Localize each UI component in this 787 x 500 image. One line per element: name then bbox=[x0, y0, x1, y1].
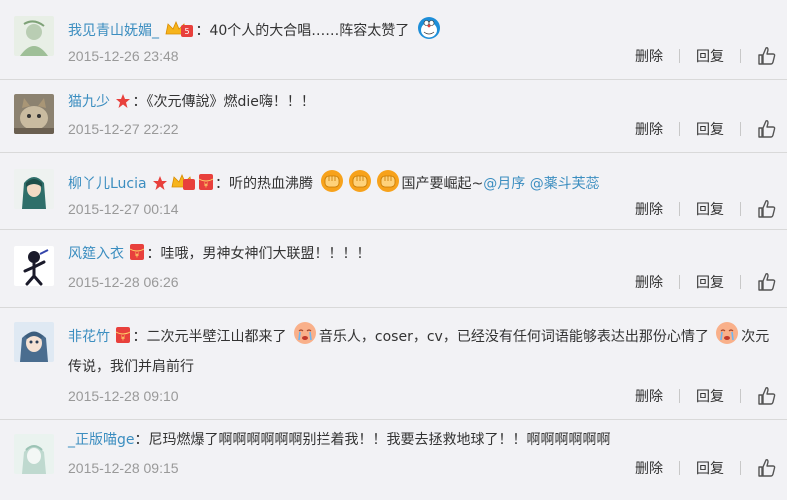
thumbs-up-icon[interactable] bbox=[757, 46, 777, 66]
red-envelope-icon[interactable]: ¥ bbox=[198, 173, 214, 191]
username-link[interactable]: 猫九少 bbox=[68, 94, 110, 110]
username-link[interactable]: 柳丫儿Lucia bbox=[68, 176, 147, 192]
red-star-icon[interactable] bbox=[152, 175, 168, 191]
divider bbox=[679, 275, 680, 289]
reply-button[interactable]: 回复 bbox=[696, 46, 724, 66]
divider bbox=[740, 389, 741, 403]
delete-button[interactable]: 删除 bbox=[635, 119, 663, 139]
red-envelope-icon[interactable]: ¥ bbox=[115, 326, 131, 344]
comment-line: 猫九少 ：《次元傳說》燃die嗨！！！ bbox=[68, 93, 315, 110]
delete-button[interactable]: 删除 bbox=[635, 458, 663, 478]
fist-emoticon bbox=[320, 169, 344, 193]
comment-line: _正版喵ge：尼玛燃爆了啊啊啊啊啊啊别拦着我！！我要去拯救地球了！！啊啊啊啊啊啊 bbox=[68, 432, 611, 448]
thumbs-up-icon[interactable] bbox=[757, 458, 777, 478]
divider bbox=[740, 202, 741, 216]
comment-line: 风筵入衣 ¥ ：哇哦，男神女神们大联盟！！！！ bbox=[68, 242, 780, 266]
delete-button[interactable]: 删除 bbox=[635, 386, 663, 406]
divider bbox=[679, 202, 680, 216]
divider bbox=[740, 275, 741, 289]
mention-link[interactable]: @薬斗芙蕊 bbox=[530, 176, 600, 192]
divider bbox=[740, 461, 741, 475]
avatar[interactable] bbox=[14, 16, 54, 56]
fist-emoticon bbox=[348, 169, 372, 193]
svg-text:¥: ¥ bbox=[121, 335, 126, 343]
comment-actions: 删除 回复 bbox=[635, 272, 777, 292]
crying-face-emoticon bbox=[715, 320, 739, 346]
comment-item: 我见青山妩媚_ 5 ：40个人的大合唱……阵容太赞了 2015-12-26 23… bbox=[0, 0, 787, 80]
comment-item: 猫九少 ：《次元傳說》燃die嗨！！！ 2015-12-27 22:22 删除 … bbox=[0, 80, 787, 153]
timestamp: 2015-12-28 09:10 bbox=[68, 388, 179, 404]
thumbs-up-icon[interactable] bbox=[757, 119, 777, 139]
comment-actions: 删除 回复 bbox=[635, 119, 777, 139]
avatar[interactable] bbox=[14, 434, 54, 474]
crown-vip-icon[interactable] bbox=[170, 173, 196, 191]
divider bbox=[740, 122, 741, 136]
comment-item: 非花竹 ¥ ：二次元半壁江山都来了 音乐人，coser，cv，已经没有任何词语能… bbox=[0, 308, 787, 420]
comment-item: 柳丫儿Lucia ¥ ：听的热血沸腾 国产要崛起~@月序 @薬斗芙蕊 2015-… bbox=[0, 153, 787, 230]
crying-face-emoticon bbox=[293, 320, 317, 346]
username-link[interactable]: 非花竹 bbox=[68, 329, 110, 345]
avatar[interactable] bbox=[14, 169, 54, 209]
thumbs-up-icon[interactable] bbox=[757, 199, 777, 219]
reply-button[interactable]: 回复 bbox=[696, 199, 724, 219]
comment-line: 非花竹 ¥ ：二次元半壁江山都来了 音乐人，coser，cv，已经没有任何词语能… bbox=[68, 320, 776, 382]
comment-item: _正版喵ge：尼玛燃爆了啊啊啊啊啊啊别拦着我！！我要去拯救地球了！！啊啊啊啊啊啊… bbox=[0, 420, 787, 500]
thumbs-up-icon[interactable] bbox=[757, 272, 777, 292]
timestamp: 2015-12-28 09:15 bbox=[68, 460, 179, 476]
timestamp: 2015-12-28 06:26 bbox=[68, 274, 179, 290]
thumbs-up-icon[interactable] bbox=[757, 386, 777, 406]
crown-vip-icon[interactable]: 5 bbox=[164, 20, 194, 38]
username-link[interactable]: 我见青山妩媚_ bbox=[68, 23, 159, 39]
timestamp: 2015-12-27 22:22 bbox=[68, 121, 179, 137]
divider bbox=[679, 461, 680, 475]
comment-item: 风筵入衣 ¥ ：哇哦，男神女神们大联盟！！！！ 2015-12-28 06:26… bbox=[0, 230, 787, 308]
fist-emoticon bbox=[376, 169, 400, 193]
divider bbox=[679, 49, 680, 63]
delete-button[interactable]: 删除 bbox=[635, 46, 663, 66]
comment-actions: 删除 回复 bbox=[635, 386, 777, 406]
svg-text:¥: ¥ bbox=[204, 182, 209, 190]
reply-button[interactable]: 回复 bbox=[696, 119, 724, 139]
svg-text:¥: ¥ bbox=[135, 252, 140, 260]
reply-button[interactable]: 回复 bbox=[696, 272, 724, 292]
delete-button[interactable]: 删除 bbox=[635, 272, 663, 292]
reply-button[interactable]: 回复 bbox=[696, 386, 724, 406]
avatar[interactable] bbox=[14, 322, 54, 362]
comment-actions: 删除 回复 bbox=[635, 46, 777, 66]
delete-button[interactable]: 删除 bbox=[635, 199, 663, 219]
comment-line: 柳丫儿Lucia ¥ ：听的热血沸腾 国产要崛起~@月序 @薬斗芙蕊 bbox=[68, 169, 780, 196]
comment-list: 我见青山妩媚_ 5 ：40个人的大合唱……阵容太赞了 2015-12-26 23… bbox=[0, 0, 787, 500]
username-link[interactable]: 风筵入衣 bbox=[68, 246, 124, 262]
avatar[interactable] bbox=[14, 94, 54, 134]
comment-actions: 删除 回复 bbox=[635, 199, 777, 219]
reply-button[interactable]: 回复 bbox=[696, 458, 724, 478]
red-envelope-icon[interactable]: ¥ bbox=[129, 243, 145, 261]
username-link[interactable]: _正版喵ge bbox=[68, 432, 135, 448]
svg-text:5: 5 bbox=[185, 27, 190, 36]
red-star-icon[interactable] bbox=[115, 93, 131, 109]
mention-link[interactable]: @月序 bbox=[483, 176, 525, 192]
divider bbox=[679, 389, 680, 403]
timestamp: 2015-12-26 23:48 bbox=[68, 48, 179, 64]
avatar[interactable] bbox=[14, 246, 54, 286]
comment-actions: 删除 回复 bbox=[635, 458, 777, 478]
divider bbox=[740, 49, 741, 63]
comment-line: 我见青山妩媚_ 5 ：40个人的大合唱……阵容太赞了 bbox=[68, 16, 780, 43]
timestamp: 2015-12-27 00:14 bbox=[68, 201, 179, 217]
doraemon-emoticon bbox=[416, 16, 442, 40]
divider bbox=[679, 122, 680, 136]
